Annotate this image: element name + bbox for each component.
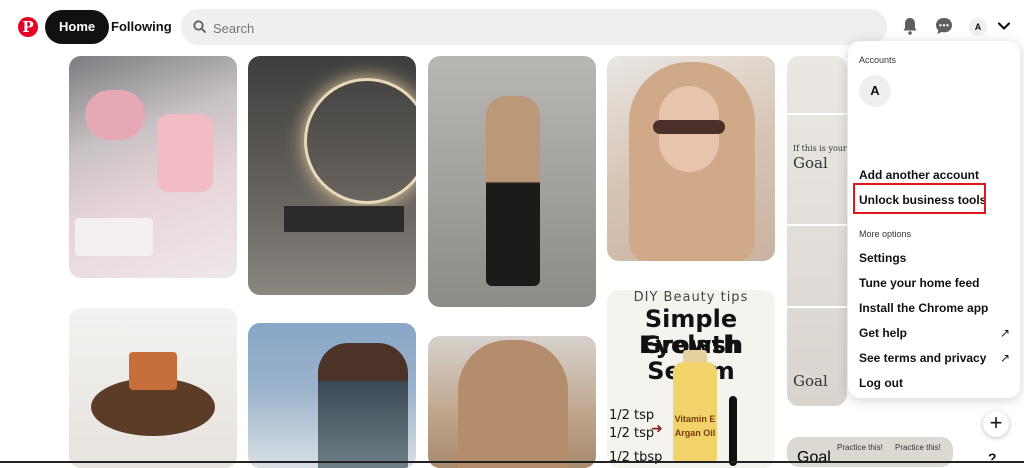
arrow-icon: ➜ — [651, 420, 663, 436]
practice-text: Practice this! — [837, 443, 883, 452]
search-icon — [193, 20, 206, 33]
chevron-down-icon[interactable] — [997, 19, 1011, 33]
pin-bathroom-mirror[interactable] — [248, 56, 416, 295]
person-image-detail — [486, 96, 540, 286]
pin-eyelash-serum[interactable]: DIY Beauty tips Simple Eyelash Growth Se… — [607, 290, 775, 468]
more-options-heading: More options — [859, 229, 912, 239]
external-link-icon: ↗ — [1000, 326, 1011, 340]
profile-avatar[interactable]: A — [969, 18, 987, 36]
account-avatar[interactable]: A — [859, 75, 891, 107]
home-tab[interactable]: Home — [45, 10, 110, 44]
get-help-item[interactable]: Get help — [859, 326, 907, 340]
mascara-wand-image-detail — [729, 396, 737, 466]
pin-yoga-goals[interactable]: If this is your Goal Goal — [787, 56, 847, 406]
notifications-bell-icon[interactable] — [900, 16, 920, 36]
divider — [787, 224, 847, 226]
round-mirror-image-detail — [304, 78, 416, 204]
if-this-is-your-text: If this is your — [793, 144, 847, 153]
bottle-label-vitamin-e: Vitamin E — [674, 414, 716, 424]
accounts-heading: Accounts — [859, 55, 897, 65]
bottle-image-detail — [673, 362, 717, 462]
settings-item[interactable]: Settings — [859, 251, 906, 265]
measure-text: 1/2 tsp — [609, 426, 655, 441]
account-dropdown-menu: Accounts A Add another account Unlock bu… — [848, 41, 1020, 398]
log-out-item[interactable]: Log out — [859, 376, 903, 390]
pin-hair-color[interactable] — [428, 336, 596, 468]
pin-candle-decor[interactable] — [69, 308, 237, 468]
divider — [787, 113, 847, 115]
pin-winter-outfit[interactable] — [248, 323, 416, 468]
goal-text: Goal — [793, 372, 828, 390]
following-tab[interactable]: Following — [101, 10, 182, 44]
install-chrome-app-item[interactable]: Install the Chrome app — [859, 301, 988, 315]
create-plus-button[interactable]: + — [983, 411, 1009, 437]
bottle-label-argan-oil: Argan Oil — [674, 428, 716, 438]
person-image-detail — [318, 343, 408, 468]
external-link-icon: ↗ — [1000, 351, 1011, 365]
pin-subtitle: DIY Beauty tips — [633, 290, 749, 305]
highlight-box — [853, 183, 986, 214]
help-button[interactable]: ? — [988, 450, 997, 466]
pin-blonde-hair[interactable] — [607, 56, 775, 261]
tray-image-detail — [75, 218, 153, 256]
search-input[interactable] — [211, 9, 855, 47]
goal-text: Goal — [793, 154, 828, 172]
mini-fridge-image-detail — [157, 114, 213, 192]
search-bar[interactable] — [181, 9, 887, 47]
divider — [787, 306, 847, 308]
candle-image-detail — [129, 352, 177, 390]
messages-icon[interactable] — [934, 16, 954, 36]
pinterest-logo-icon[interactable]: P — [18, 17, 38, 37]
add-another-account-item[interactable]: Add another account — [859, 168, 979, 182]
tune-home-feed-item[interactable]: Tune your home feed — [859, 276, 979, 290]
sunglasses-image-detail — [653, 120, 725, 134]
measure-text: 1/2 tsp — [609, 408, 655, 423]
hair-image-detail — [458, 340, 568, 468]
pin-pink-vanity[interactable] — [69, 56, 237, 278]
vanity-image-detail — [284, 206, 404, 232]
flowers-image-detail — [85, 90, 145, 140]
terms-privacy-item[interactable]: See terms and privacy — [859, 351, 986, 365]
goal-text: Goal — [797, 449, 831, 466]
pin-fashion-outfit[interactable] — [428, 56, 596, 307]
practice-text: Practice this! — [895, 443, 941, 452]
